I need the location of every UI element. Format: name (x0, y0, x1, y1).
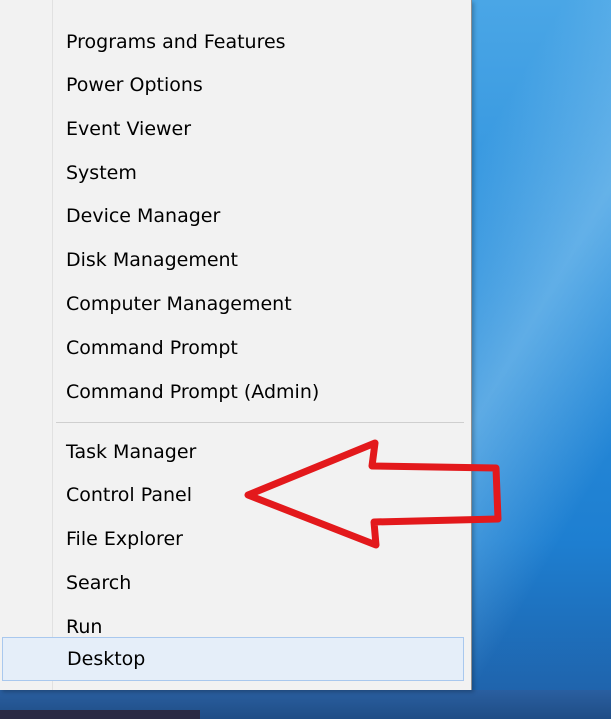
menu-item-label: Programs and Features (66, 31, 286, 53)
menu-item-computer-management[interactable]: Computer Management (0, 282, 471, 326)
menu-item-file-explorer[interactable]: File Explorer (0, 517, 471, 561)
menu-item-search[interactable]: Search (0, 561, 471, 605)
menu-item-label: Device Manager (66, 205, 221, 227)
menu-item-label: Control Panel (66, 484, 192, 506)
menu-item-command-prompt-admin[interactable]: Command Prompt (Admin) (0, 370, 471, 414)
menu-item-programs-and-features[interactable]: Programs and Features (0, 20, 471, 64)
menu-item-label: Search (66, 572, 132, 594)
menu-item-system[interactable]: System (0, 151, 471, 195)
menu-item-command-prompt[interactable]: Command Prompt (0, 326, 471, 370)
menu-item-label: File Explorer (66, 528, 183, 550)
menu-item-disk-management[interactable]: Disk Management (0, 238, 471, 282)
menu-item-desktop[interactable]: Desktop (2, 637, 464, 681)
taskbar-start-area (0, 710, 200, 719)
menu-item-label: Desktop (67, 648, 146, 670)
menu-item-label: Event Viewer (66, 118, 192, 140)
menu-item-device-manager[interactable]: Device Manager (0, 194, 471, 238)
menu-item-label: Task Manager (66, 441, 197, 463)
menu-item-label: Command Prompt (Admin) (66, 381, 320, 403)
menu-item-control-panel[interactable]: Control Panel (0, 473, 471, 517)
menu-item-task-manager[interactable]: Task Manager (0, 430, 471, 474)
menu-item-event-viewer[interactable]: Event Viewer (0, 107, 471, 151)
menu-item-label: Disk Management (66, 249, 239, 271)
menu-item-label: Command Prompt (66, 337, 238, 359)
menu-separator (56, 422, 464, 423)
menu-item-label: Power Options (66, 74, 203, 96)
menu-item-label: Computer Management (66, 293, 292, 315)
menu-item-power-options[interactable]: Power Options (0, 63, 471, 107)
winx-context-menu: Programs and Features Power Options Even… (0, 0, 472, 690)
menu-item-label: System (66, 162, 137, 184)
